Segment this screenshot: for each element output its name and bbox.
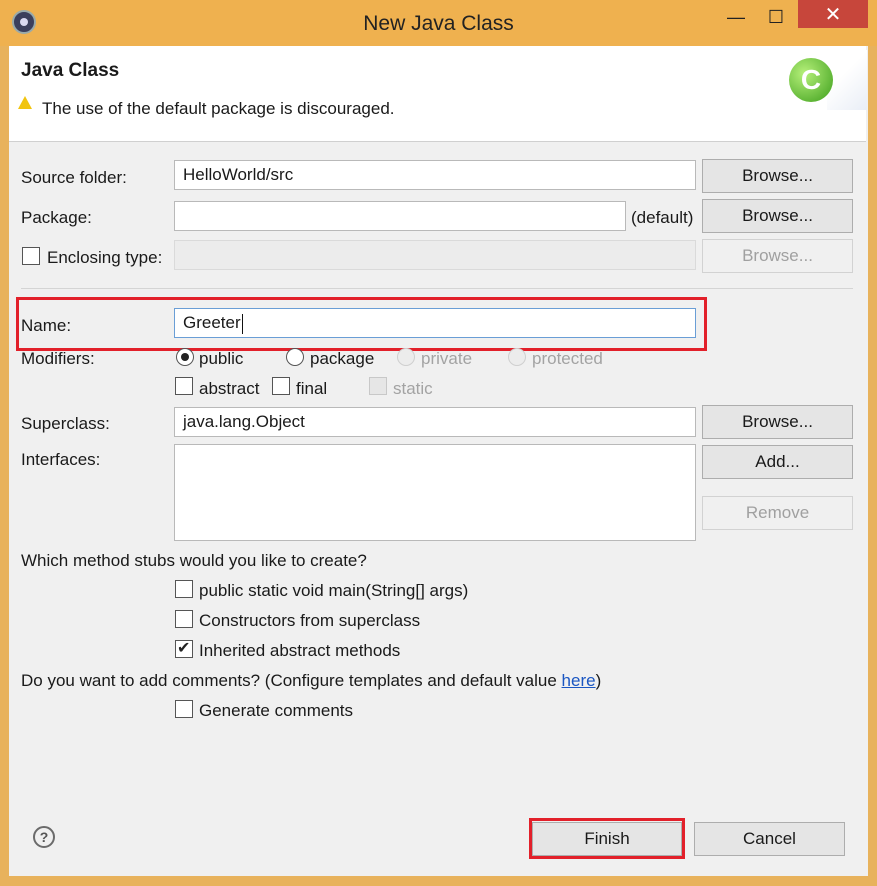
static-label: static	[393, 379, 433, 398]
interfaces-list[interactable]	[174, 444, 696, 541]
comments-question: Do you want to add comments? (Configure …	[21, 671, 601, 691]
source-folder-label: Source folder:	[21, 168, 127, 187]
minimize-button[interactable]: —	[716, 6, 756, 28]
interfaces-remove-button[interactable]: Remove	[702, 496, 853, 530]
warning-icon	[18, 96, 32, 109]
package-browse-button[interactable]: Browse...	[702, 199, 853, 233]
modifier-package-radio[interactable]	[286, 348, 304, 366]
close-button[interactable]: ✕	[798, 0, 868, 28]
window: New Java Class — ☐ ✕ Java Class The use …	[0, 0, 877, 886]
abstract-checkbox[interactable]	[175, 377, 193, 395]
interfaces-label: Interfaces:	[21, 450, 101, 469]
finish-highlight-box	[529, 818, 685, 859]
inherited-stub-label: Inherited abstract methods	[199, 641, 401, 660]
java-class-icon: C	[789, 58, 833, 102]
header-decoration	[827, 50, 867, 110]
help-icon[interactable]: ?	[33, 826, 55, 848]
package-label: Package:	[21, 208, 92, 227]
modifier-public-label: public	[199, 349, 244, 368]
enclosing-type-label: Enclosing type:	[47, 248, 163, 267]
warning-message: The use of the default package is discou…	[42, 99, 395, 118]
final-checkbox[interactable]	[272, 377, 290, 395]
separator	[21, 288, 853, 289]
cancel-button[interactable]: Cancel	[694, 822, 845, 856]
enclosing-type-browse-button[interactable]: Browse...	[702, 239, 853, 273]
package-default-label: (default)	[631, 208, 694, 227]
comments-question-text: Do you want to add comments? (Configure …	[21, 671, 562, 690]
source-folder-browse-button[interactable]: Browse...	[702, 159, 853, 193]
method-stubs-question: Which method stubs would you like to cre…	[21, 551, 367, 570]
main-stub-checkbox[interactable]	[175, 580, 193, 598]
comments-question-end: )	[595, 671, 602, 690]
final-label: final	[296, 379, 328, 398]
source-folder-input[interactable]: HelloWorld/src	[174, 160, 696, 190]
modifiers-label: Modifiers:	[21, 349, 95, 368]
name-highlight-box	[16, 297, 707, 351]
modifier-package-label: package	[310, 349, 375, 368]
modifier-private-radio[interactable]	[397, 348, 415, 366]
inherited-stub-checkbox[interactable]	[175, 638, 193, 658]
enclosing-type-checkbox[interactable]	[22, 247, 40, 265]
superclass-input[interactable]: java.lang.Object	[174, 407, 696, 437]
maximize-button[interactable]: ☐	[756, 6, 796, 28]
title-bar: New Java Class — ☐ ✕	[0, 0, 877, 46]
constructors-stub-label: Constructors from superclass	[199, 611, 421, 630]
generate-comments-checkbox[interactable]	[175, 700, 193, 718]
static-checkbox[interactable]	[369, 377, 387, 395]
dialog-header: Java Class The use of the default packag…	[9, 46, 867, 142]
superclass-browse-button[interactable]: Browse...	[702, 405, 853, 439]
modifier-public-radio[interactable]	[176, 348, 194, 366]
abstract-label: abstract	[199, 379, 260, 398]
constructors-stub-checkbox[interactable]	[175, 610, 193, 628]
page-title: Java Class	[21, 60, 120, 81]
package-input[interactable]	[174, 201, 626, 231]
interfaces-add-button[interactable]: Add...	[702, 445, 853, 479]
generate-comments-label: Generate comments	[199, 701, 354, 720]
dialog-body: Java Class The use of the default packag…	[9, 46, 868, 876]
modifier-protected-radio[interactable]	[508, 348, 526, 366]
templates-link[interactable]: here	[562, 671, 596, 690]
superclass-label: Superclass:	[21, 414, 110, 433]
modifier-protected-label: protected	[532, 349, 603, 368]
main-stub-label: public static void main(String[] args)	[199, 581, 469, 600]
modifier-private-label: private	[421, 349, 473, 368]
enclosing-type-input[interactable]	[174, 240, 696, 270]
